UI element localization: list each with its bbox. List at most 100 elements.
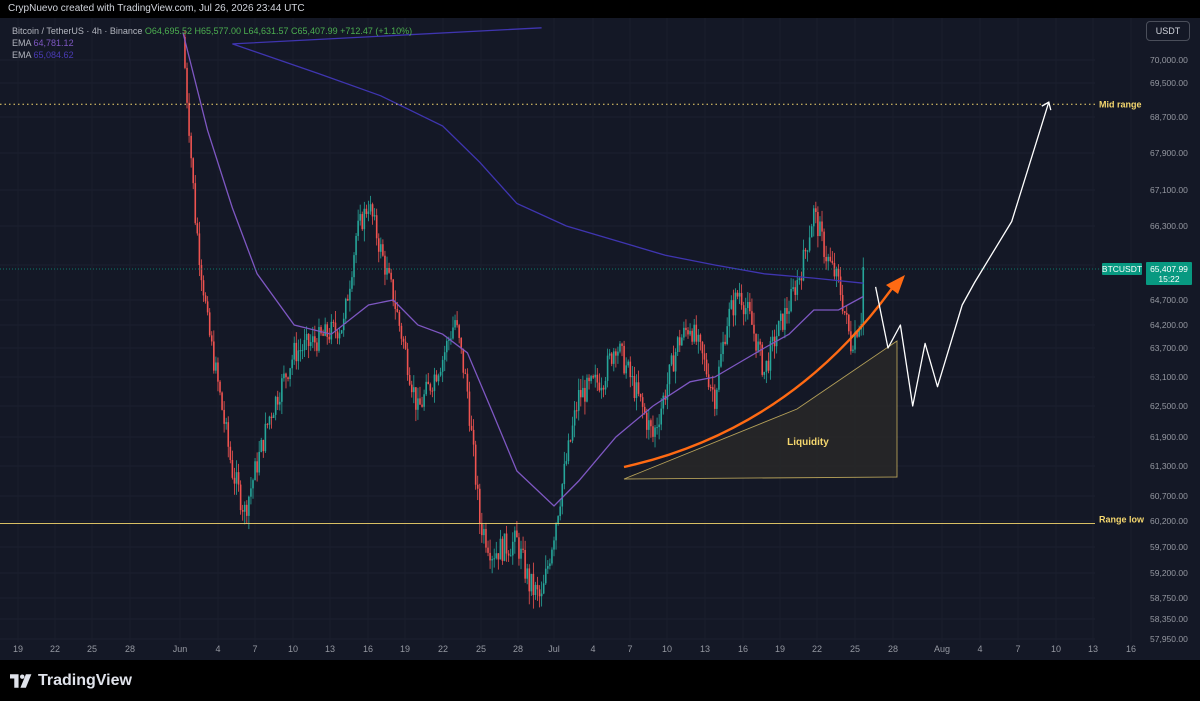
candle-body bbox=[314, 336, 316, 343]
candle-body bbox=[511, 541, 514, 556]
liquidity-zone bbox=[623, 340, 898, 480]
time-tick-label: 10 bbox=[288, 644, 298, 654]
candle-body bbox=[415, 387, 417, 410]
candle-body bbox=[293, 342, 296, 360]
candle-body bbox=[320, 327, 322, 334]
currency-button[interactable]: USDT bbox=[1146, 21, 1190, 41]
candle-body bbox=[419, 398, 421, 405]
candle-body bbox=[862, 266, 865, 310]
price-tag-value: 65,407.99 bbox=[1150, 264, 1188, 274]
candle-body bbox=[633, 376, 636, 398]
candle-body bbox=[332, 321, 335, 323]
price-tick-label: 58,350.00 bbox=[1150, 614, 1188, 624]
candle-body bbox=[779, 313, 782, 321]
drawing-layer: Mid range Range low Liquidity bbox=[0, 99, 1145, 525]
candle-body bbox=[668, 364, 671, 385]
time-tick-label: 16 bbox=[363, 644, 373, 654]
candle-body bbox=[349, 288, 351, 301]
candle-body bbox=[835, 268, 838, 277]
candle-body bbox=[210, 335, 213, 342]
candle-body bbox=[652, 426, 654, 437]
candle-body bbox=[532, 573, 535, 596]
candle-body bbox=[734, 292, 737, 316]
candle-body bbox=[413, 387, 415, 393]
candle-body bbox=[720, 354, 722, 367]
candle-body bbox=[722, 341, 724, 355]
candle-body bbox=[619, 343, 621, 352]
time-tick-label: 13 bbox=[700, 644, 710, 654]
candle-body bbox=[499, 538, 502, 560]
candle-body bbox=[629, 361, 632, 378]
candle-body bbox=[839, 276, 842, 296]
candle-body bbox=[474, 444, 477, 485]
candle-body bbox=[728, 308, 731, 327]
candle-body bbox=[687, 330, 689, 335]
candle-body bbox=[357, 220, 359, 236]
candle-body bbox=[276, 396, 279, 405]
time-tick-label: 22 bbox=[50, 644, 60, 654]
candle-body bbox=[528, 568, 531, 592]
candle-body bbox=[744, 308, 747, 315]
projection-path bbox=[874, 101, 1050, 407]
candle-body bbox=[563, 463, 566, 485]
candle-body bbox=[794, 287, 797, 295]
price-tick-label: 64,200.00 bbox=[1150, 320, 1188, 330]
candle-body bbox=[287, 377, 289, 380]
candle-body bbox=[705, 359, 708, 375]
candle-body bbox=[202, 280, 205, 296]
candle-body bbox=[213, 341, 215, 371]
candle-body bbox=[718, 366, 720, 390]
tradingview-brand[interactable]: TradingView bbox=[10, 672, 132, 690]
candle-body bbox=[487, 547, 489, 553]
time-tick-label: 25 bbox=[476, 644, 486, 654]
candle-body bbox=[262, 439, 265, 452]
candle-body bbox=[582, 387, 584, 398]
candle-body bbox=[390, 272, 392, 280]
candle-body bbox=[454, 320, 456, 328]
candle-body bbox=[810, 226, 813, 238]
time-tick-label: 25 bbox=[850, 644, 860, 654]
candle-body bbox=[823, 231, 825, 257]
candle-body bbox=[472, 429, 475, 445]
candle-body bbox=[753, 324, 755, 334]
candle-body bbox=[215, 362, 217, 371]
candle-body bbox=[256, 461, 258, 473]
candle-body bbox=[464, 372, 467, 374]
candle-body bbox=[466, 373, 469, 392]
candle-body bbox=[408, 375, 411, 385]
candle-body bbox=[817, 212, 819, 237]
time-tick-label: 22 bbox=[812, 644, 822, 654]
candle-body bbox=[670, 355, 673, 365]
candle-body bbox=[505, 533, 508, 554]
candle-body bbox=[598, 382, 601, 391]
candle-body bbox=[691, 330, 693, 342]
candle-body bbox=[355, 235, 357, 256]
time-tick-label: 10 bbox=[1051, 644, 1061, 654]
candle-body bbox=[509, 555, 512, 557]
candle-body bbox=[588, 377, 590, 382]
candle-body bbox=[806, 250, 809, 252]
candle-body bbox=[709, 387, 712, 389]
candle-body bbox=[648, 420, 650, 430]
candle-body bbox=[516, 530, 518, 538]
candle-body bbox=[458, 325, 460, 338]
candle-body bbox=[639, 393, 642, 398]
candle-body bbox=[514, 530, 516, 542]
candle-body bbox=[324, 324, 326, 336]
candle-body bbox=[850, 331, 852, 352]
candle-body bbox=[225, 422, 227, 424]
candle-body bbox=[825, 256, 827, 262]
price-chart[interactable]: Mid range Range low Liquidity 70,000.00 69,… bbox=[0, 0, 1200, 660]
candle-body bbox=[656, 427, 658, 429]
candle-body bbox=[577, 390, 580, 411]
candle-body bbox=[852, 349, 854, 352]
candle-body bbox=[421, 404, 423, 407]
candle-body bbox=[573, 410, 576, 426]
price-tick-label: 58,750.00 bbox=[1150, 593, 1188, 603]
candle-body bbox=[738, 292, 741, 297]
candle-body bbox=[796, 279, 799, 295]
candle-body bbox=[347, 298, 349, 301]
candle-body bbox=[654, 427, 656, 437]
candle-body bbox=[621, 343, 623, 346]
candle-body bbox=[369, 204, 372, 212]
